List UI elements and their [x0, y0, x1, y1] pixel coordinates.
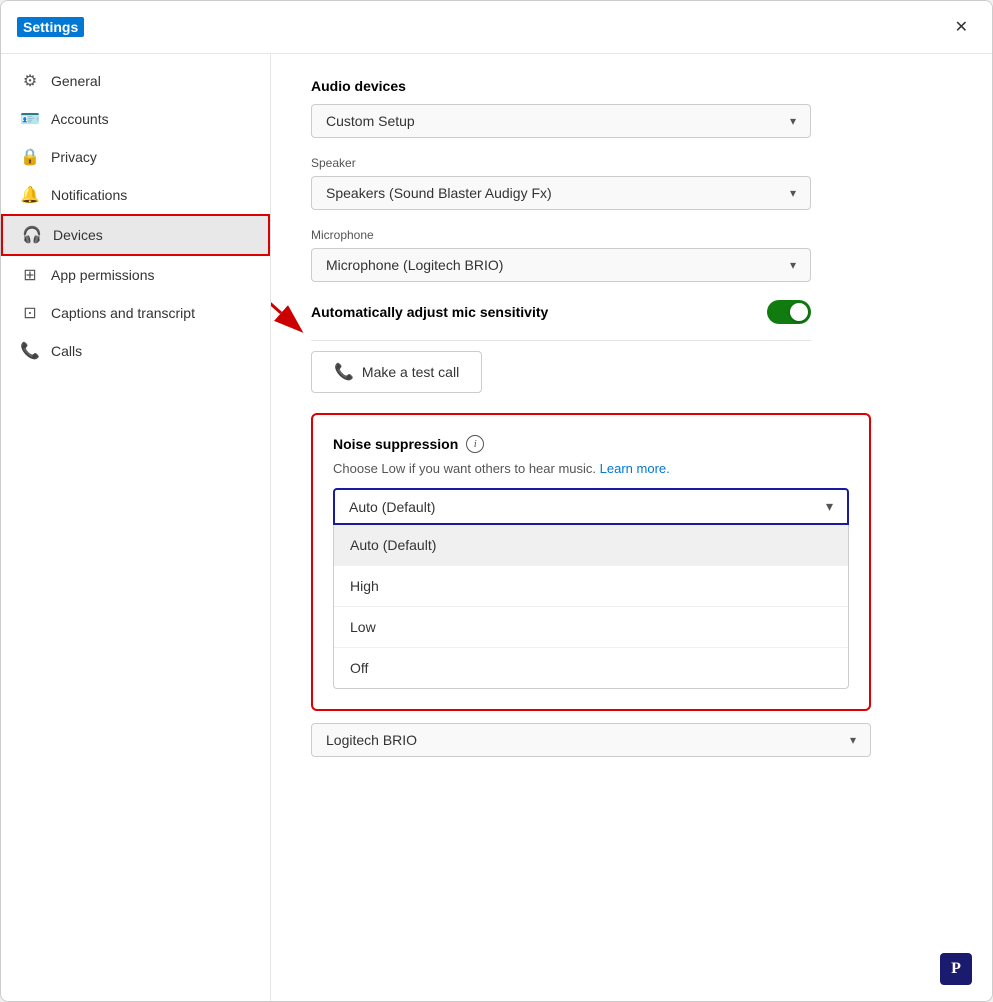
main-panel: Audio devices Custom Setup ▾ Speaker Spe… — [271, 54, 992, 1001]
close-button[interactable]: ✕ — [947, 13, 976, 41]
microphone-label: Microphone — [311, 228, 952, 242]
phone-icon: 📞 — [21, 342, 39, 360]
perplexity-icon: P — [940, 953, 972, 985]
headset-icon: 🎧 — [23, 226, 41, 244]
sidebar-item-label: Accounts — [51, 111, 109, 127]
sidebar-item-devices[interactable]: 🎧 Devices — [1, 214, 270, 256]
auto-adjust-label: Automatically adjust mic sensitivity — [311, 304, 548, 320]
noise-title-row: Noise suppression i — [333, 435, 849, 453]
captions-icon: ⊡ — [21, 304, 39, 322]
window-title: Settings — [17, 17, 84, 37]
sidebar-item-label: General — [51, 73, 101, 89]
grid-icon: ⊞ — [21, 266, 39, 284]
sidebar-item-label: Notifications — [51, 187, 127, 203]
sidebar-item-label: Privacy — [51, 149, 97, 165]
chevron-down-icon: ▾ — [790, 114, 796, 128]
audio-devices-dropdown-container: Custom Setup ▾ — [311, 104, 952, 138]
bottom-dropdown-section: Logitech BRIO ▾ — [311, 723, 952, 757]
bottom-dropdown-value: Logitech BRIO — [326, 732, 417, 748]
sidebar-item-label: Captions and transcript — [51, 305, 195, 321]
sidebar-item-notifications[interactable]: 🔔 Notifications — [1, 176, 270, 214]
gear-icon: ⚙ — [21, 72, 39, 90]
sidebar-item-label: App permissions — [51, 267, 155, 283]
accounts-icon: 🪪 — [21, 110, 39, 128]
sidebar-item-accounts[interactable]: 🪪 Accounts — [1, 100, 270, 138]
window-content: ⚙ General 🪪 Accounts 🔒 Privacy 🔔 Notific… — [1, 54, 992, 1001]
sidebar-item-general[interactable]: ⚙ General — [1, 62, 270, 100]
phone-call-icon: 📞 — [334, 362, 354, 382]
speaker-value: Speakers (Sound Blaster Audigy Fx) — [326, 185, 552, 201]
speaker-container: Speaker Speakers (Sound Blaster Audigy F… — [311, 156, 952, 210]
noise-option-high[interactable]: High — [334, 566, 848, 607]
noise-suppression-box: Noise suppression i Choose Low if you wa… — [311, 413, 871, 711]
test-call-label: Make a test call — [362, 364, 459, 380]
bell-icon: 🔔 — [21, 186, 39, 204]
lock-icon: 🔒 — [21, 148, 39, 166]
title-bar: Settings ✕ — [1, 1, 992, 54]
noise-option-off[interactable]: Off — [334, 648, 848, 688]
sidebar: ⚙ General 🪪 Accounts 🔒 Privacy 🔔 Notific… — [1, 54, 271, 1001]
bottom-dropdown[interactable]: Logitech BRIO ▾ — [311, 723, 871, 757]
sidebar-item-privacy[interactable]: 🔒 Privacy — [1, 138, 270, 176]
divider — [311, 340, 811, 341]
noise-option-auto[interactable]: Auto (Default) — [334, 525, 848, 566]
speaker-dropdown[interactable]: Speakers (Sound Blaster Audigy Fx) ▾ — [311, 176, 811, 210]
perplexity-badge: P — [940, 953, 972, 985]
sidebar-item-label: Devices — [53, 227, 103, 243]
chevron-down-icon: ▾ — [790, 186, 796, 200]
learn-more-link[interactable]: Learn more. — [600, 461, 670, 476]
chevron-down-icon: ▾ — [826, 498, 833, 515]
microphone-value: Microphone (Logitech BRIO) — [326, 257, 503, 273]
sidebar-item-captions[interactable]: ⊡ Captions and transcript — [1, 294, 270, 332]
noise-option-low[interactable]: Low — [334, 607, 848, 648]
noise-description: Choose Low if you want others to hear mu… — [333, 461, 849, 476]
noise-dropdown-list: Auto (Default) High Low Off — [333, 525, 849, 689]
noise-dropdown-header[interactable]: Auto (Default) ▾ — [333, 488, 849, 525]
chevron-down-icon: ▾ — [850, 733, 856, 747]
audio-devices-value: Custom Setup — [326, 113, 415, 129]
noise-suppression-title: Noise suppression — [333, 436, 458, 452]
noise-selected-value: Auto (Default) — [349, 499, 435, 515]
microphone-dropdown[interactable]: Microphone (Logitech BRIO) ▾ — [311, 248, 811, 282]
chevron-down-icon: ▾ — [790, 258, 796, 272]
test-call-button[interactable]: 📞 Make a test call — [311, 351, 482, 393]
sidebar-item-calls[interactable]: 📞 Calls — [1, 332, 270, 370]
auto-adjust-row: Automatically adjust mic sensitivity — [311, 300, 811, 324]
audio-devices-dropdown[interactable]: Custom Setup ▾ — [311, 104, 811, 138]
noise-dropdown-active[interactable]: Auto (Default) ▾ Auto (Default) High Low — [333, 488, 849, 689]
auto-adjust-toggle[interactable] — [767, 300, 811, 324]
microphone-container: Microphone Microphone (Logitech BRIO) ▾ — [311, 228, 952, 282]
settings-window: Settings ✕ ⚙ General 🪪 Accounts 🔒 Privac… — [0, 0, 993, 1002]
audio-devices-title: Audio devices — [311, 78, 952, 94]
sidebar-item-app-permissions[interactable]: ⊞ App permissions — [1, 256, 270, 294]
sidebar-item-label: Calls — [51, 343, 82, 359]
info-icon[interactable]: i — [466, 435, 484, 453]
speaker-label: Speaker — [311, 156, 952, 170]
